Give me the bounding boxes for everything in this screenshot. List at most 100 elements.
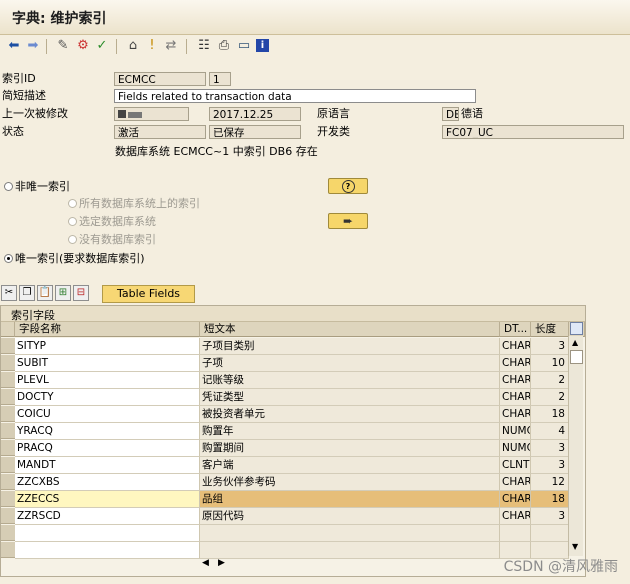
header-length[interactable]: 长度 <box>531 322 569 337</box>
cell-name[interactable]: ZZCXBS <box>15 474 200 491</box>
back-icon[interactable]: ⬅ <box>6 38 22 54</box>
table-settings-icon[interactable] <box>570 322 583 335</box>
index-id-field: 1 <box>209 72 231 86</box>
delete-row-icon[interactable]: ⊟ <box>73 285 89 301</box>
vertical-scrollbar[interactable]: ▲ ▼ <box>568 336 583 556</box>
cell-dt: CHAR <box>500 355 531 372</box>
short-desc-input[interactable]: Fields related to transaction data <box>114 89 476 103</box>
header-field-name[interactable]: 字段名称 <box>15 322 200 337</box>
toolbar-separator <box>116 39 117 54</box>
row-selector[interactable] <box>1 355 15 371</box>
cell-name[interactable] <box>15 525 200 542</box>
cell-name[interactable]: PRACQ <box>15 440 200 457</box>
short-desc-label: 简短描述 <box>2 89 46 102</box>
navigate-icon[interactable]: ⇄ <box>163 38 179 54</box>
cell-dt: NUMC <box>500 440 531 457</box>
cell-text <box>200 542 500 559</box>
cell-name[interactable]: PLEVL <box>15 372 200 389</box>
layout-icon[interactable]: ▭ <box>236 38 252 54</box>
scroll-left-icon[interactable]: ◀ <box>202 558 209 568</box>
cell-len: 10 <box>531 355 569 372</box>
cell-name[interactable]: MANDT <box>15 457 200 474</box>
check-icon[interactable]: ✓ <box>94 38 110 54</box>
header-settings[interactable] <box>569 322 585 337</box>
cell-len <box>531 525 569 542</box>
index-id-label: 索引ID <box>2 72 36 85</box>
paste-icon[interactable]: 📋 <box>37 285 53 301</box>
cell-dt: CLNT <box>500 457 531 474</box>
hierarchy-icon[interactable]: ☷ <box>196 38 212 54</box>
insert-row-icon[interactable]: ⊞ <box>55 285 71 301</box>
info-icon[interactable]: i <box>256 39 269 52</box>
scroll-right-icon[interactable]: ▶ <box>218 558 225 568</box>
row-selector[interactable] <box>1 440 15 456</box>
cell-dt: CHAR <box>500 406 531 423</box>
row-selector[interactable] <box>1 389 15 405</box>
cell-name[interactable]: DOCTY <box>15 389 200 406</box>
scroll-thumb[interactable] <box>570 350 583 364</box>
last-changed-label: 上一次被修改 <box>2 107 68 120</box>
scroll-up-icon[interactable]: ▲ <box>572 338 578 347</box>
cell-name[interactable]: YRACQ <box>15 423 200 440</box>
row-selector[interactable] <box>1 423 15 439</box>
cell-dt: CHAR <box>500 508 531 525</box>
cell-len: 3 <box>531 508 569 525</box>
cell-text: 原因代码 <box>200 508 500 525</box>
header-data-type[interactable]: DT... <box>500 322 531 337</box>
dev-class-label: 开发类 <box>317 125 350 138</box>
row-selector[interactable] <box>1 542 15 558</box>
cell-text: 购置年 <box>200 423 500 440</box>
cell-name[interactable]: ZZECCS <box>15 491 200 508</box>
display-change-icon[interactable]: ✎ <box>55 38 71 54</box>
row-selector[interactable] <box>1 491 15 507</box>
cell-len: 3 <box>531 440 569 457</box>
non-unique-radio[interactable] <box>4 182 13 191</box>
cell-dt: CHAR <box>500 491 531 508</box>
horizontal-scrollbar[interactable]: ◀ ▶ <box>200 558 330 572</box>
help-button[interactable]: ? <box>328 178 368 194</box>
cell-name[interactable]: SITYP <box>15 338 200 355</box>
index-table-field: ECMCC <box>114 72 206 86</box>
cell-name[interactable] <box>15 542 200 559</box>
copy-icon[interactable]: ❐ <box>19 285 35 301</box>
select-all-header[interactable] <box>1 322 15 337</box>
user-blur-mark <box>118 110 126 118</box>
cell-dt: CHAR <box>500 389 531 406</box>
cell-name[interactable]: SUBIT <box>15 355 200 372</box>
status-active-field: 激活 <box>114 125 206 139</box>
activate-icon[interactable]: ! <box>144 38 160 54</box>
scroll-down-icon[interactable]: ▼ <box>572 542 578 551</box>
row-selector[interactable] <box>1 338 15 354</box>
watermark: CSDN @清风雅雨 <box>503 559 618 575</box>
cell-text: 子项目类别 <box>200 338 500 355</box>
status-label: 状态 <box>2 125 24 138</box>
row-selector[interactable] <box>1 508 15 524</box>
header-short-text[interactable]: 短文本 <box>200 322 500 337</box>
row-selector[interactable] <box>1 474 15 490</box>
selected-db-radio[interactable] <box>68 217 77 226</box>
cell-dt <box>500 525 531 542</box>
cell-dt: CHAR <box>500 474 531 491</box>
cell-text: 业务伙伴参考码 <box>200 474 500 491</box>
cell-text: 凭证类型 <box>200 389 500 406</box>
forward-icon[interactable]: ➡ <box>25 38 41 54</box>
where-used-icon[interactable]: ⌂ <box>125 38 141 54</box>
row-selector[interactable] <box>1 525 15 541</box>
no-db-radio[interactable] <box>68 235 77 244</box>
navigate-db-button[interactable]: ➨ <box>328 213 368 229</box>
unique-radio[interactable] <box>4 254 13 263</box>
row-selector[interactable] <box>1 457 15 473</box>
cell-name[interactable]: COICU <box>15 406 200 423</box>
all-db-radio[interactable] <box>68 199 77 208</box>
cell-dt: CHAR <box>500 372 531 389</box>
user-blur-mark <box>128 112 142 118</box>
cell-name[interactable]: ZZRSCD <box>15 508 200 525</box>
table-fields-button[interactable]: Table Fields <box>102 285 195 303</box>
row-selector[interactable] <box>1 406 15 422</box>
other-object-icon[interactable]: ⚙ <box>75 38 91 54</box>
print-icon[interactable]: ⎙ <box>216 38 232 54</box>
cut-icon[interactable]: ✂ <box>1 285 17 301</box>
row-selector[interactable] <box>1 372 15 388</box>
cell-len: 3 <box>531 457 569 474</box>
arrow-right-icon: ➨ <box>342 214 354 228</box>
